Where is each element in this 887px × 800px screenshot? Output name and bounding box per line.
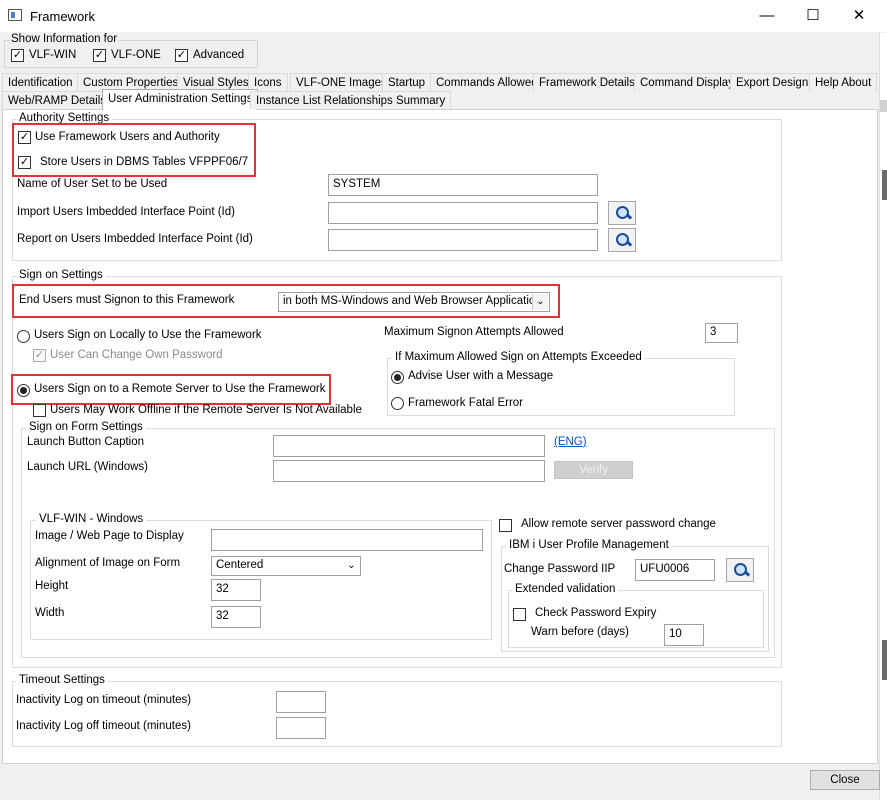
exceeded-title: If Maximum Allowed Sign on Attempts Exce… bbox=[392, 351, 645, 363]
change-iip-label: Change Password IIP bbox=[504, 563, 616, 575]
alignment-label: Alignment of Image on Form bbox=[35, 557, 181, 569]
must-signon-label: End Users must Signon to this Framework bbox=[19, 294, 235, 306]
tab-startup[interactable]: Startup bbox=[382, 73, 432, 91]
logoff-timeout-field[interactable] bbox=[276, 717, 326, 739]
logoff-timeout-label: Inactivity Log off timeout (minutes) bbox=[16, 720, 191, 732]
report-users-field[interactable] bbox=[328, 229, 598, 251]
background-window-edge bbox=[879, 33, 887, 800]
tab-command-display[interactable]: Command Display bbox=[634, 73, 740, 91]
tab-help-about[interactable]: Help About bbox=[809, 73, 878, 91]
user-set-label: Name of User Set to be Used bbox=[17, 178, 168, 190]
height-field[interactable]: 32 bbox=[211, 579, 261, 601]
launch-url-label: Launch URL (Windows) bbox=[27, 461, 149, 473]
launch-caption-field[interactable] bbox=[273, 435, 545, 457]
report-users-label: Report on Users Imbedded Interface Point… bbox=[17, 233, 253, 245]
image-label: Image / Web Page to Display bbox=[35, 530, 184, 542]
work-offline-label: Users May Work Offline if the Remote Ser… bbox=[50, 404, 362, 416]
report-users-lookup-button[interactable] bbox=[608, 228, 636, 252]
sign-on-locally-radio[interactable] bbox=[17, 330, 30, 343]
tab-vlf-one-images[interactable]: VLF-ONE Images bbox=[290, 73, 393, 91]
ibm-profile-title: IBM i User Profile Management bbox=[506, 539, 672, 551]
title-bar: Framework — ☐ ✕ bbox=[0, 0, 887, 33]
store-users-label: Store Users in DBMS Tables VFPPF06/7 bbox=[40, 156, 249, 168]
timeout-settings-title: Timeout Settings bbox=[16, 674, 108, 686]
width-label: Width bbox=[35, 607, 65, 619]
check-expiry-label: Check Password Expiry bbox=[535, 607, 657, 619]
chevron-down-icon: ⌄ bbox=[532, 294, 548, 310]
vlf-win-label: VLF-WIN bbox=[29, 49, 77, 61]
logon-timeout-field[interactable] bbox=[276, 691, 326, 713]
verify-button[interactable]: Verify bbox=[554, 461, 633, 479]
import-users-label: Import Users Imbedded Interface Point (I… bbox=[17, 206, 235, 218]
warn-before-label: Warn before (days) bbox=[531, 626, 629, 638]
must-signon-value: in both MS-Windows and Web Browser Appli… bbox=[283, 295, 548, 307]
advanced-label: Advanced bbox=[193, 49, 245, 61]
allow-remote-password-label: Allow remote server password change bbox=[521, 518, 716, 530]
alignment-value: Centered bbox=[216, 559, 264, 571]
tab-user-administration-settings[interactable]: User Administration Settings bbox=[102, 89, 259, 110]
tab-commands-allowed[interactable]: Commands Allowed bbox=[430, 73, 544, 91]
tab-export-design[interactable]: Export Design bbox=[730, 73, 815, 91]
import-users-field[interactable] bbox=[328, 202, 598, 224]
height-label: Height bbox=[35, 580, 69, 592]
window-title: Framework bbox=[30, 9, 96, 24]
scroll-arrow bbox=[880, 100, 887, 112]
vlf-win-windows-title: VLF-WIN - Windows bbox=[36, 513, 147, 525]
warn-before-field[interactable]: 10 bbox=[664, 624, 704, 646]
tab-identification[interactable]: Identification bbox=[2, 73, 79, 91]
user-set-field[interactable]: SYSTEM bbox=[328, 174, 598, 196]
language-link[interactable]: (ENG) bbox=[554, 436, 587, 448]
maximize-button[interactable]: ☐ bbox=[790, 0, 836, 32]
use-framework-users-label: Use Framework Users and Authority bbox=[35, 131, 220, 143]
close-button[interactable]: Close bbox=[810, 770, 880, 790]
app-icon bbox=[8, 9, 22, 21]
fatal-error-radio[interactable] bbox=[391, 397, 404, 410]
sign-on-remote-label: Users Sign on to a Remote Server to Use … bbox=[34, 383, 326, 395]
launch-caption-label: Launch Button Caption bbox=[27, 436, 145, 448]
work-offline-checkbox[interactable] bbox=[33, 404, 46, 417]
tab-instance-list-relationships-summary[interactable]: Instance List Relationships Summary bbox=[250, 91, 452, 109]
vlf-one-checkbox[interactable]: ✓ bbox=[93, 49, 106, 62]
show-info-title: Show Information for bbox=[10, 33, 119, 45]
extended-validation-group bbox=[508, 590, 764, 648]
store-users-checkbox[interactable]: ✓ bbox=[18, 156, 31, 169]
change-iip-field[interactable]: UFU0006 bbox=[635, 559, 715, 581]
minimize-button[interactable]: — bbox=[744, 0, 790, 32]
vlf-one-label: VLF-ONE bbox=[111, 49, 161, 61]
chevron-down-icon: ⌄ bbox=[344, 558, 359, 574]
fatal-error-label: Framework Fatal Error bbox=[408, 397, 524, 409]
max-attempts-label: Maximum Signon Attempts Allowed bbox=[384, 326, 564, 338]
sign-on-settings-title: Sign on Settings bbox=[16, 269, 106, 281]
max-attempts-field[interactable]: 3 bbox=[705, 323, 738, 343]
timeout-settings-group bbox=[12, 681, 782, 747]
background-window-edge-dark bbox=[882, 170, 887, 200]
vlf-win-checkbox[interactable]: ✓ bbox=[11, 49, 24, 62]
change-own-password-label: User Can Change Own Password bbox=[50, 349, 223, 361]
form-settings-title: Sign on Form Settings bbox=[26, 421, 146, 433]
advise-user-label: Advise User with a Message bbox=[408, 370, 554, 382]
advanced-checkbox[interactable]: ✓ bbox=[175, 49, 188, 62]
advise-user-radio[interactable] bbox=[391, 371, 404, 384]
change-iip-lookup-button[interactable] bbox=[726, 558, 754, 582]
change-own-password-checkbox[interactable]: ✓ bbox=[33, 349, 46, 362]
background-window-edge-dark-2 bbox=[882, 640, 887, 680]
sign-on-locally-label: Users Sign on Locally to Use the Framewo… bbox=[34, 329, 262, 341]
logon-timeout-label: Inactivity Log on timeout (minutes) bbox=[16, 694, 192, 706]
alignment-select[interactable]: Centered ⌄ bbox=[211, 556, 361, 576]
width-field[interactable]: 32 bbox=[211, 606, 261, 628]
launch-url-field[interactable] bbox=[273, 460, 545, 482]
use-framework-users-checkbox[interactable]: ✓ bbox=[18, 131, 31, 144]
extended-validation-title: Extended validation bbox=[512, 583, 619, 595]
tab-framework-details[interactable]: Framework Details bbox=[533, 73, 641, 91]
sign-on-remote-radio[interactable] bbox=[17, 384, 30, 397]
must-signon-select[interactable]: in both MS-Windows and Web Browser Appli… bbox=[278, 292, 550, 312]
tab-web-ramp-details[interactable]: Web/RAMP Details bbox=[2, 91, 112, 109]
check-expiry-checkbox[interactable] bbox=[513, 608, 526, 621]
image-field[interactable] bbox=[211, 529, 483, 551]
import-users-lookup-button[interactable] bbox=[608, 201, 636, 225]
allow-remote-password-checkbox[interactable] bbox=[499, 519, 512, 532]
close-window-button[interactable]: ✕ bbox=[836, 0, 882, 32]
